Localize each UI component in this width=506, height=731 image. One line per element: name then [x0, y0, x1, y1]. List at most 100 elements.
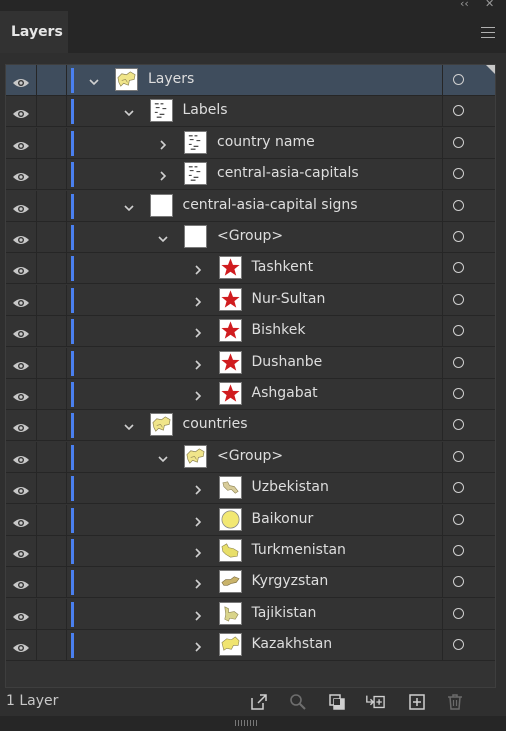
lock-toggle[interactable] [37, 222, 66, 252]
visibility-eye-icon[interactable] [12, 608, 30, 621]
visibility-eye-icon[interactable] [12, 451, 30, 464]
lock-toggle[interactable] [37, 505, 66, 535]
visibility-eye-icon[interactable] [12, 200, 30, 213]
layer-label[interactable]: <Group> [217, 448, 283, 464]
layer-label[interactable]: Tashkent [252, 259, 314, 275]
visibility-eye-icon[interactable] [12, 294, 30, 307]
chevron-right-icon[interactable] [192, 261, 204, 275]
locate-object-icon[interactable] [288, 692, 308, 712]
layer-label[interactable]: country name [217, 134, 315, 150]
lock-toggle[interactable] [37, 348, 66, 378]
lock-toggle[interactable] [37, 159, 66, 189]
target-circle-icon[interactable] [453, 388, 464, 399]
chevron-right-icon[interactable] [192, 324, 204, 338]
chevron-right-icon[interactable] [192, 513, 204, 527]
target-circle-icon[interactable] [453, 419, 464, 430]
chevron-right-icon[interactable] [192, 356, 204, 370]
layer-row[interactable]: Kyrgyzstan [6, 567, 495, 598]
chevron-right-icon[interactable] [157, 167, 169, 181]
target-circle-icon[interactable] [453, 168, 464, 179]
chevron-right-icon[interactable] [192, 607, 204, 621]
lock-toggle[interactable] [37, 253, 66, 283]
target-circle-icon[interactable] [453, 262, 464, 273]
chevron-down-icon[interactable] [157, 230, 169, 243]
layer-label[interactable]: countries [183, 416, 248, 432]
visibility-eye-icon[interactable] [12, 74, 30, 87]
chevron-right-icon[interactable] [192, 544, 204, 558]
layer-row[interactable]: central-asia-capital signs [6, 191, 495, 222]
layer-row[interactable]: Turkmenistan [6, 536, 495, 567]
lock-toggle[interactable] [37, 442, 66, 472]
layer-row[interactable]: Kazakhstan [6, 630, 495, 661]
lock-toggle[interactable] [37, 473, 66, 503]
chevron-down-icon[interactable] [157, 450, 169, 463]
lock-toggle[interactable] [37, 191, 66, 221]
visibility-eye-icon[interactable] [12, 639, 30, 652]
visibility-eye-icon[interactable] [12, 482, 30, 495]
layer-row[interactable]: Nur-Sultan [6, 285, 495, 316]
layer-label[interactable]: Ashgabat [252, 385, 318, 401]
new-sublayer-icon[interactable] [365, 692, 385, 712]
target-circle-icon[interactable] [453, 545, 464, 556]
layer-row[interactable]: Layers [6, 65, 495, 96]
lock-toggle[interactable] [37, 630, 66, 660]
target-circle-icon[interactable] [453, 514, 464, 525]
chevron-right-icon[interactable] [192, 481, 204, 495]
target-circle-icon[interactable] [453, 105, 464, 116]
export-icon[interactable] [249, 692, 269, 712]
lock-toggle[interactable] [37, 379, 66, 409]
target-circle-icon[interactable] [453, 357, 464, 368]
chevron-right-icon[interactable] [192, 638, 204, 652]
layer-label[interactable]: Kazakhstan [252, 636, 333, 652]
layer-row[interactable]: Dushanbe [6, 348, 495, 379]
layer-label[interactable]: Uzbekistan [252, 479, 329, 495]
target-circle-icon[interactable] [453, 200, 464, 211]
layer-row[interactable]: central-asia-capitals [6, 159, 495, 190]
target-circle-icon[interactable] [453, 451, 464, 462]
lock-toggle[interactable] [37, 128, 66, 158]
chevron-down-icon[interactable] [123, 418, 135, 431]
target-circle-icon[interactable] [453, 74, 464, 85]
layer-label[interactable]: Baikonur [252, 511, 314, 527]
layer-label[interactable]: Layers [148, 71, 194, 87]
layer-row[interactable]: Uzbekistan [6, 473, 495, 504]
visibility-eye-icon[interactable] [12, 137, 30, 150]
layer-row[interactable]: Baikonur [6, 505, 495, 536]
lock-toggle[interactable] [37, 410, 66, 440]
visibility-eye-icon[interactable] [12, 419, 30, 432]
chevron-down-icon[interactable] [123, 199, 135, 212]
layer-row[interactable]: Tajikistan [6, 599, 495, 630]
layer-label[interactable]: Kyrgyzstan [252, 573, 329, 589]
layer-label[interactable]: Bishkek [252, 322, 306, 338]
lock-toggle[interactable] [37, 96, 66, 126]
chevron-down-icon[interactable] [88, 73, 100, 86]
layer-row[interactable]: Bishkek [6, 316, 495, 347]
chevron-right-icon[interactable] [192, 575, 204, 589]
layer-row[interactable]: Tashkent [6, 253, 495, 284]
lock-toggle[interactable] [37, 285, 66, 315]
collapse-panel-icon[interactable]: ‹‹ [460, 0, 469, 10]
panel-menu-icon[interactable] [481, 27, 495, 38]
layer-label[interactable]: central-asia-capitals [217, 165, 359, 181]
target-circle-icon[interactable] [453, 294, 464, 305]
lock-toggle[interactable] [37, 567, 66, 597]
lock-toggle[interactable] [37, 65, 66, 95]
layer-row[interactable]: Labels [6, 96, 495, 127]
visibility-eye-icon[interactable] [12, 545, 30, 558]
close-panel-icon[interactable]: ✕ [485, 0, 494, 10]
layer-row[interactable]: <Group> [6, 442, 495, 473]
target-circle-icon[interactable] [453, 639, 464, 650]
layer-row[interactable]: country name [6, 128, 495, 159]
layer-row[interactable]: countries [6, 410, 495, 441]
lock-toggle[interactable] [37, 316, 66, 346]
visibility-eye-icon[interactable] [12, 514, 30, 527]
target-circle-icon[interactable] [453, 482, 464, 493]
layer-row[interactable]: <Group> [6, 222, 495, 253]
lock-toggle[interactable] [37, 599, 66, 629]
layer-label[interactable]: Turkmenistan [252, 542, 346, 558]
make-clipping-mask-icon[interactable] [327, 692, 347, 712]
layer-row[interactable]: Ashgabat [6, 379, 495, 410]
visibility-eye-icon[interactable] [12, 168, 30, 181]
chevron-down-icon[interactable] [123, 104, 135, 117]
layer-label[interactable]: central-asia-capital signs [183, 197, 358, 213]
